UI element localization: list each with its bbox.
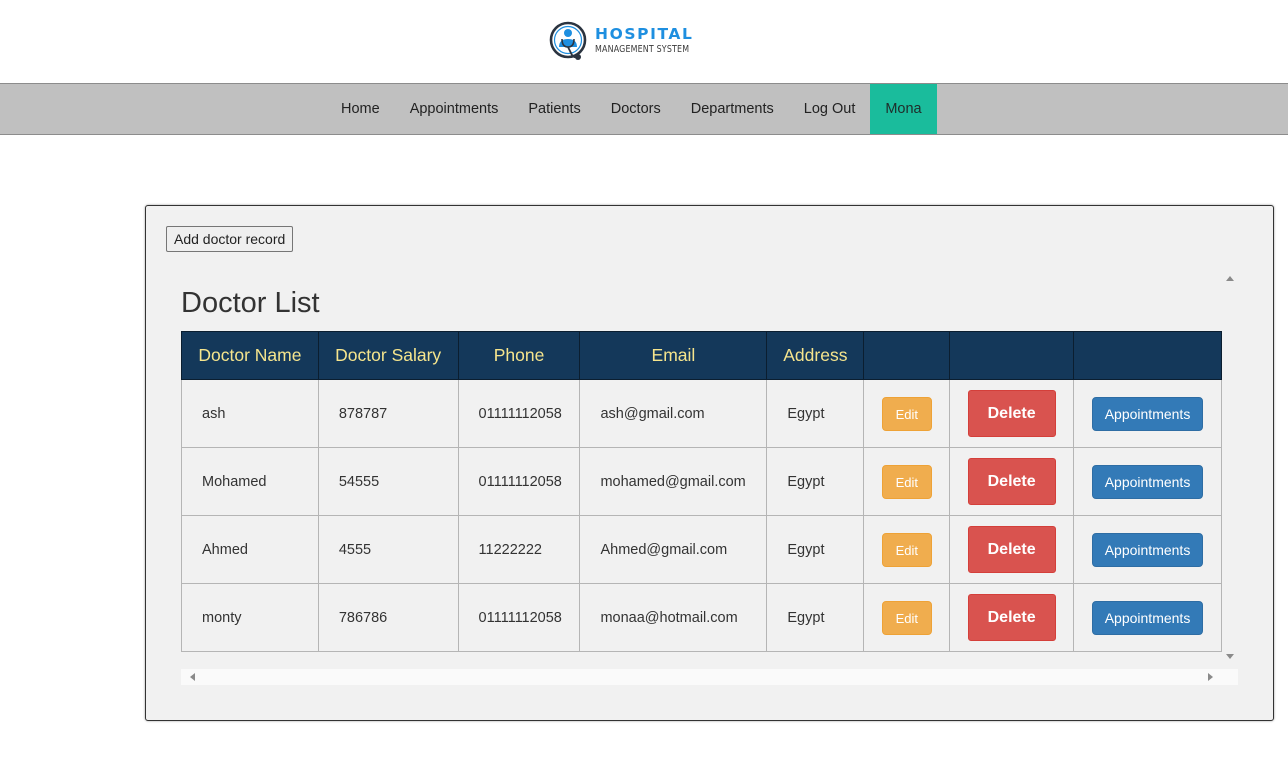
- column-header-edit: [863, 331, 951, 380]
- cell-salary: 4555: [317, 515, 459, 584]
- table-row: Mohamed 54555 01111112058 mohamed@gmail.…: [181, 447, 1222, 516]
- column-header-address: Address: [766, 331, 865, 380]
- appointments-button[interactable]: Appointments: [1092, 532, 1204, 567]
- cell-address: Egypt: [766, 379, 865, 448]
- cell-name: monty: [181, 583, 319, 652]
- cell-appointments: Appointments: [1073, 379, 1222, 448]
- appointments-button[interactable]: Appointments: [1092, 396, 1204, 431]
- appointments-button[interactable]: Appointments: [1092, 600, 1204, 635]
- scroll-down-icon[interactable]: [1226, 654, 1234, 659]
- doctor-panel: Add doctor record Doctor List Doctor Nam…: [145, 205, 1274, 721]
- cell-phone: 11222222: [457, 515, 581, 584]
- delete-button[interactable]: Delete: [967, 458, 1056, 505]
- page-title: Doctor List: [181, 287, 320, 319]
- nav-item-logout[interactable]: Log Out: [789, 84, 871, 134]
- cell-appointments: Appointments: [1073, 583, 1222, 652]
- cell-salary: 786786: [317, 583, 459, 652]
- cell-edit: Edit: [863, 515, 951, 584]
- delete-button[interactable]: Delete: [967, 526, 1056, 573]
- table-row: ash 878787 01111112058 ash@gmail.com Egy…: [181, 379, 1222, 448]
- nav-item-departments[interactable]: Departments: [676, 84, 789, 134]
- doctor-table-scroll-area[interactable]: Doctor List Doctor Name Doctor Salary Ph…: [181, 267, 1238, 685]
- delete-button[interactable]: Delete: [967, 390, 1056, 437]
- cell-salary: 878787: [317, 379, 459, 448]
- table-row: monty 786786 01111112058 monaa@hotmail.c…: [181, 583, 1222, 652]
- scroll-up-icon[interactable]: [1226, 276, 1234, 281]
- cell-delete: Delete: [949, 583, 1075, 652]
- delete-button[interactable]: Delete: [967, 594, 1056, 641]
- cell-address: Egypt: [766, 515, 865, 584]
- logo[interactable]: HOSPITAL MANAGEMENT SYSTEM: [548, 19, 702, 63]
- edit-button[interactable]: Edit: [881, 532, 932, 567]
- column-header-name: Doctor Name: [181, 331, 319, 380]
- cell-edit: Edit: [863, 583, 951, 652]
- scroll-left-icon[interactable]: [190, 673, 195, 681]
- cell-phone: 01111112058: [457, 583, 581, 652]
- cell-name: Ahmed: [181, 515, 319, 584]
- edit-button[interactable]: Edit: [881, 396, 932, 431]
- cell-edit: Edit: [863, 379, 951, 448]
- vertical-scrollbar[interactable]: [1222, 267, 1238, 669]
- cell-email: ash@gmail.com: [579, 379, 768, 448]
- cell-phone: 01111112058: [457, 379, 581, 448]
- cell-delete: Delete: [949, 447, 1075, 516]
- column-header-email: Email: [579, 331, 768, 380]
- scroll-right-icon[interactable]: [1208, 673, 1213, 681]
- nav-item-patients[interactable]: Patients: [513, 84, 595, 134]
- nav-item-appointments[interactable]: Appointments: [395, 84, 514, 134]
- nav-item-user[interactable]: Mona: [870, 84, 937, 134]
- appointments-button[interactable]: Appointments: [1092, 464, 1204, 499]
- cell-address: Egypt: [766, 583, 865, 652]
- cell-edit: Edit: [863, 447, 951, 516]
- horizontal-scrollbar[interactable]: [181, 669, 1238, 685]
- doctor-table: Doctor Name Doctor Salary Phone Email Ad…: [181, 331, 1222, 652]
- cell-appointments: Appointments: [1073, 515, 1222, 584]
- cell-name: Mohamed: [181, 447, 319, 516]
- edit-button[interactable]: Edit: [881, 464, 932, 499]
- cell-email: mohamed@gmail.com: [579, 447, 768, 516]
- nav-item-doctors[interactable]: Doctors: [596, 84, 676, 134]
- edit-button[interactable]: Edit: [881, 600, 932, 635]
- cell-email: Ahmed@gmail.com: [579, 515, 768, 584]
- column-header-salary: Doctor Salary: [317, 331, 459, 380]
- brand-title: HOSPITAL: [595, 25, 694, 43]
- site-header: HOSPITAL MANAGEMENT SYSTEM: [0, 0, 1288, 84]
- table-header-row: Doctor Name Doctor Salary Phone Email Ad…: [181, 331, 1222, 380]
- nav-item-home[interactable]: Home: [326, 84, 395, 134]
- table-row: Ahmed 4555 11222222 Ahmed@gmail.com Egyp…: [181, 515, 1222, 584]
- cell-delete: Delete: [949, 379, 1075, 448]
- main-navbar: Home Appointments Patients Doctors Depar…: [0, 83, 1288, 135]
- cell-address: Egypt: [766, 447, 865, 516]
- nav-menu: Home Appointments Patients Doctors Depar…: [326, 84, 937, 134]
- column-header-appointments: [1073, 331, 1222, 380]
- stethoscope-doctor-icon: [549, 21, 587, 60]
- cell-name: ash: [181, 379, 319, 448]
- cell-delete: Delete: [949, 515, 1075, 584]
- column-header-phone: Phone: [457, 331, 581, 380]
- cell-salary: 54555: [317, 447, 459, 516]
- add-doctor-button[interactable]: Add doctor record: [166, 226, 294, 252]
- cell-phone: 01111112058: [457, 447, 581, 516]
- cell-appointments: Appointments: [1073, 447, 1222, 516]
- column-header-delete: [949, 331, 1075, 380]
- cell-email: monaa@hotmail.com: [579, 583, 768, 652]
- brand-subtitle: MANAGEMENT SYSTEM: [595, 44, 690, 55]
